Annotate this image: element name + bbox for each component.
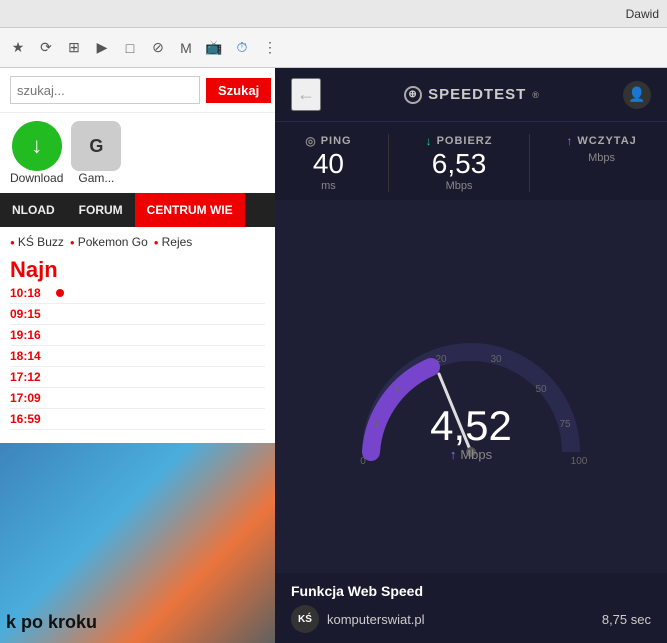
toolbar: ★ ⟳ ⊞ ▶ □ ⊘ M 📺 ⏱ ⋮	[0, 28, 667, 68]
ping-stat: ◎ PING 40 ms	[305, 134, 351, 192]
svg-text:100: 100	[571, 456, 588, 467]
search-bar-area: Szukaj	[0, 68, 275, 113]
game-icon[interactable]: G	[71, 121, 121, 171]
gauge-up-arrow: ↑	[450, 447, 457, 462]
grid-icon[interactable]: ⊞	[64, 38, 84, 58]
news-section: Najn 10:18 09:15 19:16 18:14 17:12 17:09…	[0, 257, 275, 430]
download-icon-st: ↓	[426, 134, 433, 148]
user-icon[interactable]: 👤	[623, 81, 651, 109]
speedtest-overlay: ← ⊕ SPEEDTEST ® 👤 ◎ PING 40 ms ↓ POBIERZ…	[275, 68, 667, 643]
title-bar: Dawid	[0, 0, 667, 28]
browser-chrome: Dawid ★ ⟳ ⊞ ▶ □ ⊘ M 📺 ⏱ ⋮	[0, 0, 667, 69]
download-icon-area: ↓ Download G Gam...	[0, 113, 275, 193]
gauge-value: 4,52 ↑ Mbps	[430, 405, 512, 462]
ping-unit: ms	[321, 180, 336, 192]
upload-stat: ↑ WCZYTAJ Mbps	[566, 134, 636, 192]
webpage-background: Szukaj ↓ Download G Gam... NLOAD FORUM C…	[0, 68, 275, 643]
svg-text:30: 30	[490, 354, 502, 365]
news-item-1[interactable]: 10:18	[10, 283, 265, 304]
back-button[interactable]: ←	[291, 78, 321, 111]
svg-text:0: 0	[360, 456, 366, 467]
user-name-label: Dawid	[626, 7, 659, 21]
news-dot	[56, 289, 64, 297]
download-label-st: POBIERZ	[437, 135, 493, 147]
search-input[interactable]	[10, 76, 200, 104]
block-icon[interactable]: ⊘	[148, 38, 168, 58]
tags-row: KŚ Buzz Pokemon Go Rejes	[0, 227, 275, 257]
site-name: komputerswiat.pl	[327, 612, 594, 627]
ping-icon: ◎	[305, 134, 316, 148]
svg-text:75: 75	[559, 419, 571, 430]
game-label: Gam...	[78, 171, 114, 185]
site-favicon: KŚ	[291, 605, 319, 633]
more-icon[interactable]: ⋮	[260, 38, 280, 58]
gauge-number: 4,52	[430, 405, 512, 447]
speedtest-gauge-container: 0 1 5 20 30 50 75 100 4,52 ↑ Mbps	[275, 200, 667, 573]
ping-value: 40	[313, 150, 344, 178]
tag-reje[interactable]: Rejes	[154, 235, 193, 249]
download-unit: Mbps	[446, 180, 473, 192]
speedtest-title: ⊕ SPEEDTEST ®	[404, 86, 540, 104]
bookmark-icon[interactable]: ★	[8, 38, 28, 58]
window-icon[interactable]: □	[120, 38, 140, 58]
svg-text:1: 1	[373, 419, 379, 430]
nav-bar: NLOAD FORUM CENTRUM WIE	[0, 193, 275, 227]
speedtest-logo-icon: ⊕	[404, 86, 422, 104]
news-item-2[interactable]: 09:15	[10, 304, 265, 325]
divider-2	[529, 134, 530, 192]
nav-item-centrum[interactable]: CENTRUM WIE	[135, 193, 245, 227]
news-item-3[interactable]: 19:16	[10, 325, 265, 346]
speedtest-footer: Funkcja Web Speed KŚ komputerswiat.pl 8,…	[275, 573, 667, 643]
divider-1	[388, 134, 389, 192]
download-value: 6,53	[432, 150, 487, 178]
upload-label-st: WCZYTAJ	[577, 135, 636, 147]
tag-pokemon[interactable]: Pokemon Go	[70, 235, 148, 249]
speedtest-stats: ◎ PING 40 ms ↓ POBIERZ 6,53 Mbps ↑ WCZYT…	[275, 122, 667, 200]
svg-text:50: 50	[535, 384, 547, 395]
news-item-6[interactable]: 17:09	[10, 388, 265, 409]
download-stat: ↓ POBIERZ 6,53 Mbps	[426, 134, 493, 192]
ping-label: PING	[321, 135, 352, 147]
download-icon[interactable]: ↓	[12, 121, 62, 171]
bottom-text: k po kroku	[6, 612, 97, 633]
site-time: 8,75 sec	[602, 612, 651, 627]
nav-item-nload[interactable]: NLOAD	[0, 193, 67, 227]
reload-icon[interactable]: ⟳	[36, 38, 56, 58]
cast-icon[interactable]: 📺	[204, 38, 224, 58]
news-item-7[interactable]: 16:59	[10, 409, 265, 430]
site-row[interactable]: KŚ komputerswiat.pl 8,75 sec	[291, 605, 651, 633]
news-title: Najn	[10, 257, 265, 283]
mail-icon[interactable]: M	[176, 38, 196, 58]
svg-text:5: 5	[394, 384, 400, 395]
news-item-5[interactable]: 17:12	[10, 367, 265, 388]
svg-text:20: 20	[435, 354, 447, 365]
gauge-wrapper: 0 1 5 20 30 50 75 100 4,52 ↑ Mbps	[341, 312, 601, 472]
video-icon[interactable]: ▶	[92, 38, 112, 58]
speedtest-header: ← ⊕ SPEEDTEST ® 👤	[275, 68, 667, 122]
search-button[interactable]: Szukaj	[206, 78, 271, 103]
tag-buzz[interactable]: KŚ Buzz	[10, 235, 64, 249]
web-speed-label: Funkcja Web Speed	[291, 583, 651, 599]
download-label: Download	[10, 171, 63, 185]
upload-icon-st: ↑	[566, 134, 573, 148]
nav-item-forum[interactable]: FORUM	[67, 193, 135, 227]
gauge-unit: ↑ Mbps	[430, 447, 512, 462]
speedtest-icon[interactable]: ⏱	[232, 38, 252, 58]
news-item-4[interactable]: 18:14	[10, 346, 265, 367]
upload-unit: Mbps	[588, 152, 615, 164]
